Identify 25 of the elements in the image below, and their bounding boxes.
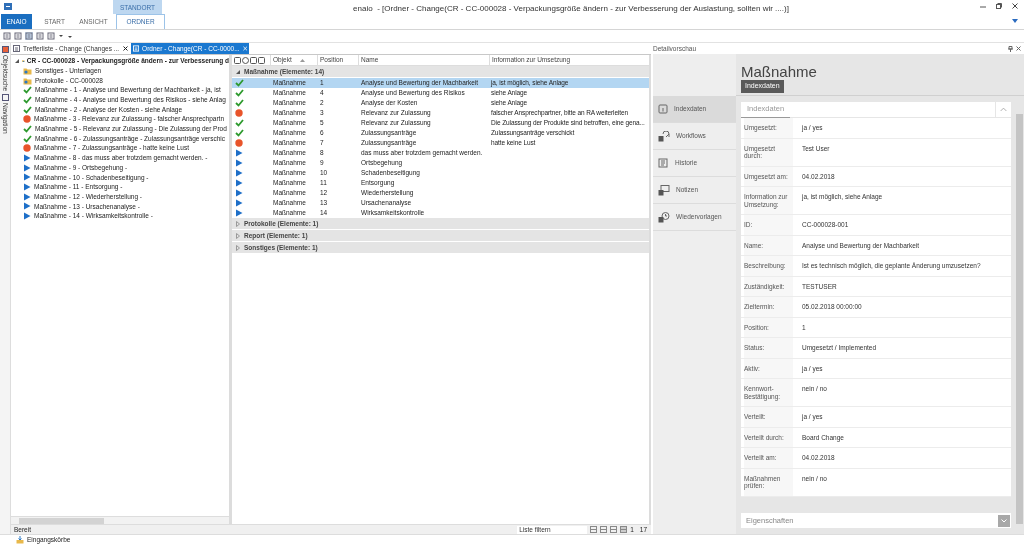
dropdown-arrow-icon[interactable] [58,33,64,39]
info-icon [658,104,668,114]
inbox-icon[interactable] [16,536,24,544]
list-icon [133,45,140,52]
search-panel-icon[interactable] [1,46,9,53]
close-icon[interactable] [123,46,128,51]
pin-icon[interactable] [1008,45,1013,52]
restore-icon[interactable] [996,3,1002,9]
ribbon-expand-icon[interactable] [1012,19,1018,24]
sort-arrow-icon [299,58,305,62]
app-logo-icon [4,3,12,10]
navigation-panel-icon[interactable] [1,94,9,102]
close-icon[interactable] [1012,3,1018,9]
list-icon [13,45,20,52]
customize-arrow-icon[interactable] [67,33,73,39]
window-title: enaio - [Ordner - Change(CR - CC-000028 - Verpackungsgröße ändern - zur Verbesserung der Auslastung, sollten wir ....)] [353,3,789,15]
chevron-down-icon [1001,518,1007,523]
collapse-arrow-icon[interactable] [235,68,241,75]
clock-icon [658,211,670,223]
history-icon [658,158,669,168]
workflow-icon [658,130,670,142]
detail-heading: Maßnahme [741,63,817,80]
collapse-arrow-icon[interactable] [14,58,20,64]
minimize-icon[interactable] [980,3,986,9]
expand-button[interactable] [998,514,1010,527]
